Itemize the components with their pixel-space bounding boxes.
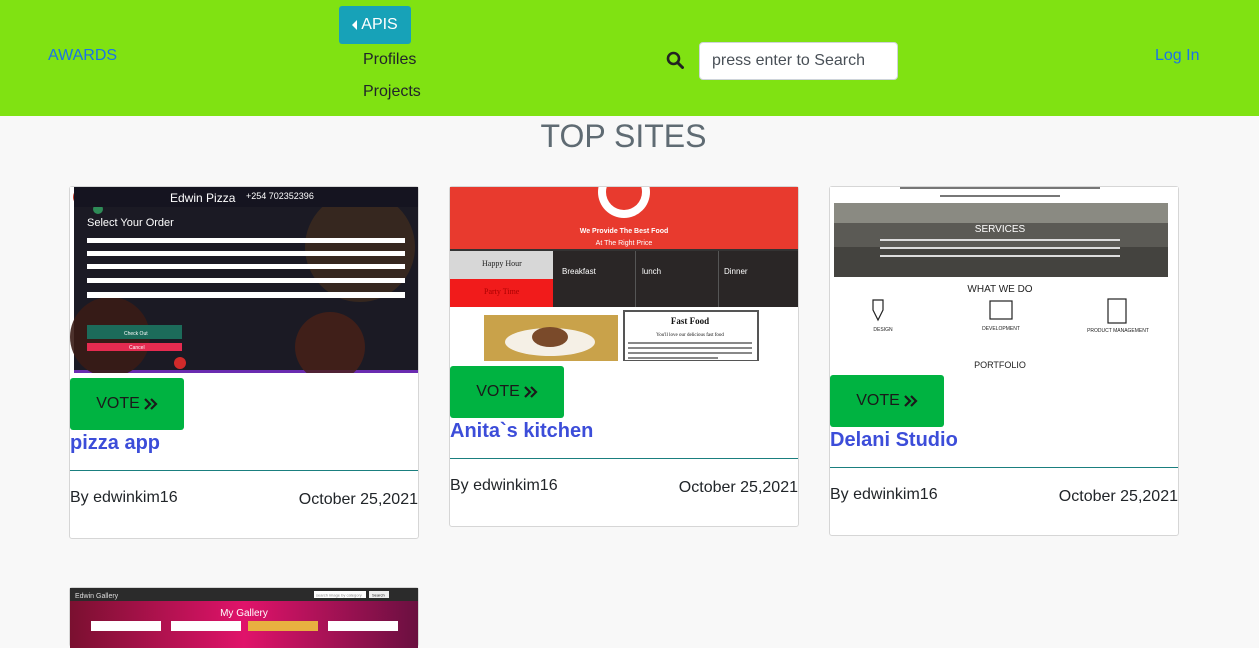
vote-button[interactable]: VOTE bbox=[70, 378, 184, 430]
project-card: We Provide The Best Food At The Right Pr… bbox=[449, 186, 799, 527]
preview-fastfood-sub: You'll love our delicious fast food bbox=[656, 333, 724, 338]
vote-button[interactable]: VOTE bbox=[830, 375, 944, 427]
preview-header: Edwin Pizza bbox=[170, 191, 236, 205]
preview-services: SERVICES bbox=[975, 224, 1026, 235]
project-screenshot[interactable]: SERVICES WHAT WE DO DESIGN DEVELOPMENT P… bbox=[830, 187, 1178, 371]
preview-menu-breakfast: Breakfast bbox=[562, 267, 597, 276]
preview-heading: Select Your Order bbox=[87, 217, 174, 229]
vote-label: VOTE bbox=[476, 383, 520, 400]
project-screenshot[interactable]: Edwin Pizza +254 702352396 Select Your O… bbox=[70, 187, 418, 373]
preview-development: DEVELOPMENT bbox=[982, 326, 1020, 332]
project-date: October 25,2021 bbox=[298, 491, 418, 508]
preview-fastfood: Fast Food bbox=[671, 316, 709, 326]
dropdown-item-profiles[interactable]: Profiles bbox=[363, 51, 416, 69]
preview-tagline-2: At The Right Price bbox=[596, 240, 653, 247]
project-card: Edwin Gallery search image by category S… bbox=[69, 587, 419, 648]
brand-link[interactable]: AWARDS bbox=[48, 47, 117, 65]
preview-tagline-1: We Provide The Best Food bbox=[580, 228, 669, 235]
search-icon[interactable] bbox=[666, 51, 684, 69]
double-chevron-right-icon bbox=[144, 398, 158, 410]
preview-portfolio: PORTFOLIO bbox=[974, 360, 1026, 370]
apis-label: APIS bbox=[361, 16, 398, 33]
dropdown-item-projects[interactable]: Projects bbox=[363, 83, 421, 101]
double-chevron-right-icon bbox=[524, 386, 538, 398]
divider bbox=[70, 470, 418, 471]
project-author: By edwinkim16 bbox=[70, 489, 178, 506]
vote-label: VOTE bbox=[856, 392, 900, 409]
login-link[interactable]: Log In bbox=[1155, 47, 1199, 65]
preview-menu-dinner: Dinner bbox=[724, 267, 748, 276]
project-card: SERVICES WHAT WE DO DESIGN DEVELOPMENT P… bbox=[829, 186, 1179, 536]
project-screenshot[interactable]: We Provide The Best Food At The Right Pr… bbox=[450, 187, 798, 361]
vote-label: VOTE bbox=[96, 395, 140, 412]
preview-search-button: Search bbox=[372, 593, 385, 598]
vote-button[interactable]: VOTE bbox=[450, 366, 564, 418]
preview-what-we-do: WHAT WE DO bbox=[967, 284, 1032, 295]
search-input[interactable] bbox=[699, 42, 898, 80]
preview-design: DESIGN bbox=[873, 327, 893, 333]
preview-header: Edwin Gallery bbox=[75, 593, 119, 600]
preview-party-time: Party Time bbox=[484, 287, 520, 296]
project-card: Edwin Pizza +254 702352396 Select Your O… bbox=[69, 186, 419, 539]
navbar: AWARDS APIS Profiles Projects Log In bbox=[0, 0, 1259, 116]
preview-happy-hour: Happy Hour bbox=[482, 259, 522, 268]
project-date: October 25,2021 bbox=[678, 479, 798, 496]
project-screenshot[interactable]: Edwin Gallery search image by category S… bbox=[70, 588, 418, 648]
project-author: By edwinkim16 bbox=[830, 486, 938, 503]
double-chevron-right-icon bbox=[904, 395, 918, 407]
project-title[interactable]: Delani Studio bbox=[830, 429, 958, 452]
preview-phone: +254 702352396 bbox=[246, 191, 314, 201]
project-title[interactable]: Anita`s kitchen bbox=[450, 420, 593, 443]
project-author: By edwinkim16 bbox=[450, 477, 558, 494]
project-date: October 25,2021 bbox=[1058, 488, 1178, 505]
preview-menu-lunch: lunch bbox=[642, 267, 661, 276]
preview-checkout: Check Out bbox=[124, 331, 148, 337]
preview-cancel: Cancel bbox=[129, 345, 145, 351]
apis-dropdown-button[interactable]: APIS bbox=[339, 6, 411, 44]
divider bbox=[450, 458, 798, 459]
divider bbox=[830, 467, 1178, 468]
preview-search: search image by category bbox=[316, 593, 362, 598]
project-title[interactable]: pizza app bbox=[70, 432, 160, 455]
caret-left-icon bbox=[352, 20, 358, 30]
page-title: TOP SITES bbox=[540, 118, 707, 154]
preview-product-management: PRODUCT MANAGEMENT bbox=[1087, 328, 1149, 334]
preview-heading: My Gallery bbox=[220, 608, 268, 619]
